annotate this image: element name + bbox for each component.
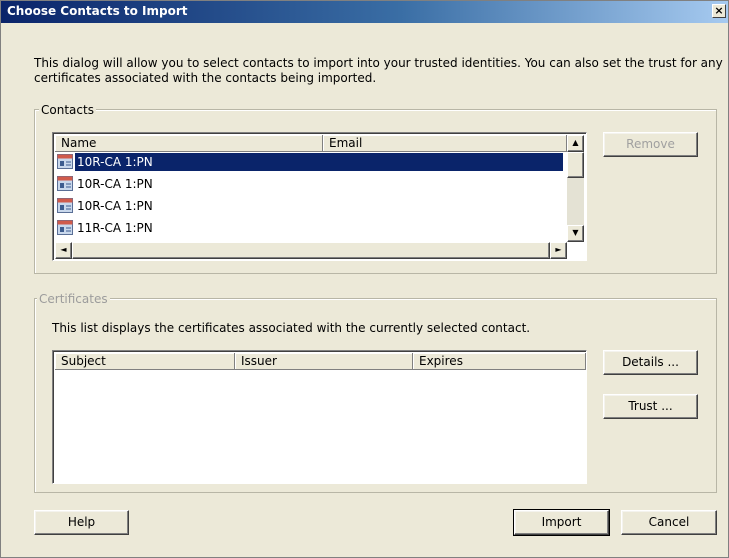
contacts-vertical-scrollbar[interactable]: ▲ ▼ (567, 135, 584, 242)
contact-row[interactable]: 10R-CA 1:PN (55, 174, 563, 194)
certificates-legend: Certificates (37, 292, 110, 306)
scroll-up-icon[interactable]: ▲ (567, 135, 584, 152)
contact-name: 10R-CA 1:PN (77, 177, 153, 191)
contact-card-icon (57, 176, 73, 191)
details-button[interactable]: Details ... (603, 350, 698, 375)
column-header-issuer[interactable]: Issuer (235, 353, 413, 370)
contacts-legend: Contacts (39, 103, 96, 117)
contact-card-icon (57, 220, 73, 235)
contact-name: 10R-CA 1:PN (77, 199, 153, 213)
column-header-subject[interactable]: Subject (55, 353, 235, 370)
certificates-list[interactable]: Subject Issuer Expires (52, 350, 587, 484)
scroll-down-icon[interactable]: ▼ (567, 225, 584, 242)
scroll-left-icon[interactable]: ◄ (55, 242, 72, 259)
cancel-button[interactable]: Cancel (621, 510, 717, 535)
trust-button[interactable]: Trust ... (603, 394, 698, 419)
remove-button[interactable]: Remove (603, 132, 698, 157)
column-header-expires[interactable]: Expires (413, 353, 586, 370)
contacts-horizontal-scrollbar[interactable]: ◄ ► (55, 242, 567, 259)
certificates-description: This list displays the certificates asso… (52, 321, 531, 335)
scroll-thumb[interactable] (567, 152, 584, 178)
contact-name: 11R-CA 1:PN (77, 221, 153, 235)
contact-row[interactable]: 11R-CA 1:PN (55, 218, 563, 238)
help-button[interactable]: Help (34, 510, 129, 535)
column-header-name[interactable]: Name (55, 135, 323, 152)
import-button[interactable]: Import (513, 509, 610, 536)
scroll-right-icon[interactable]: ► (550, 242, 567, 259)
intro-text: This dialog will allow you to select con… (34, 56, 723, 85)
dialog-window: Choose Contacts to Import × This dialog … (0, 0, 729, 558)
contact-name: 10R-CA 1:PN (75, 153, 563, 171)
certificates-list-header: Subject Issuer Expires (55, 353, 586, 370)
title-bar[interactable]: Choose Contacts to Import × (1, 1, 728, 23)
scroll-thumb-horizontal[interactable] (72, 242, 550, 259)
contact-row[interactable]: 10R-CA 1:PN (55, 152, 563, 172)
contact-card-icon (57, 198, 73, 213)
close-icon[interactable]: × (712, 4, 726, 18)
contact-card-icon (57, 154, 73, 169)
contacts-list[interactable]: Name Email 10R-CA 1:PN 10R-CA 1:PN 10R-C… (52, 132, 587, 261)
dialog-title: Choose Contacts to Import (7, 4, 188, 18)
contact-row[interactable]: 10R-CA 1:PN (55, 196, 563, 216)
column-header-email[interactable]: Email (323, 135, 567, 152)
contacts-list-header: Name Email (55, 135, 567, 152)
